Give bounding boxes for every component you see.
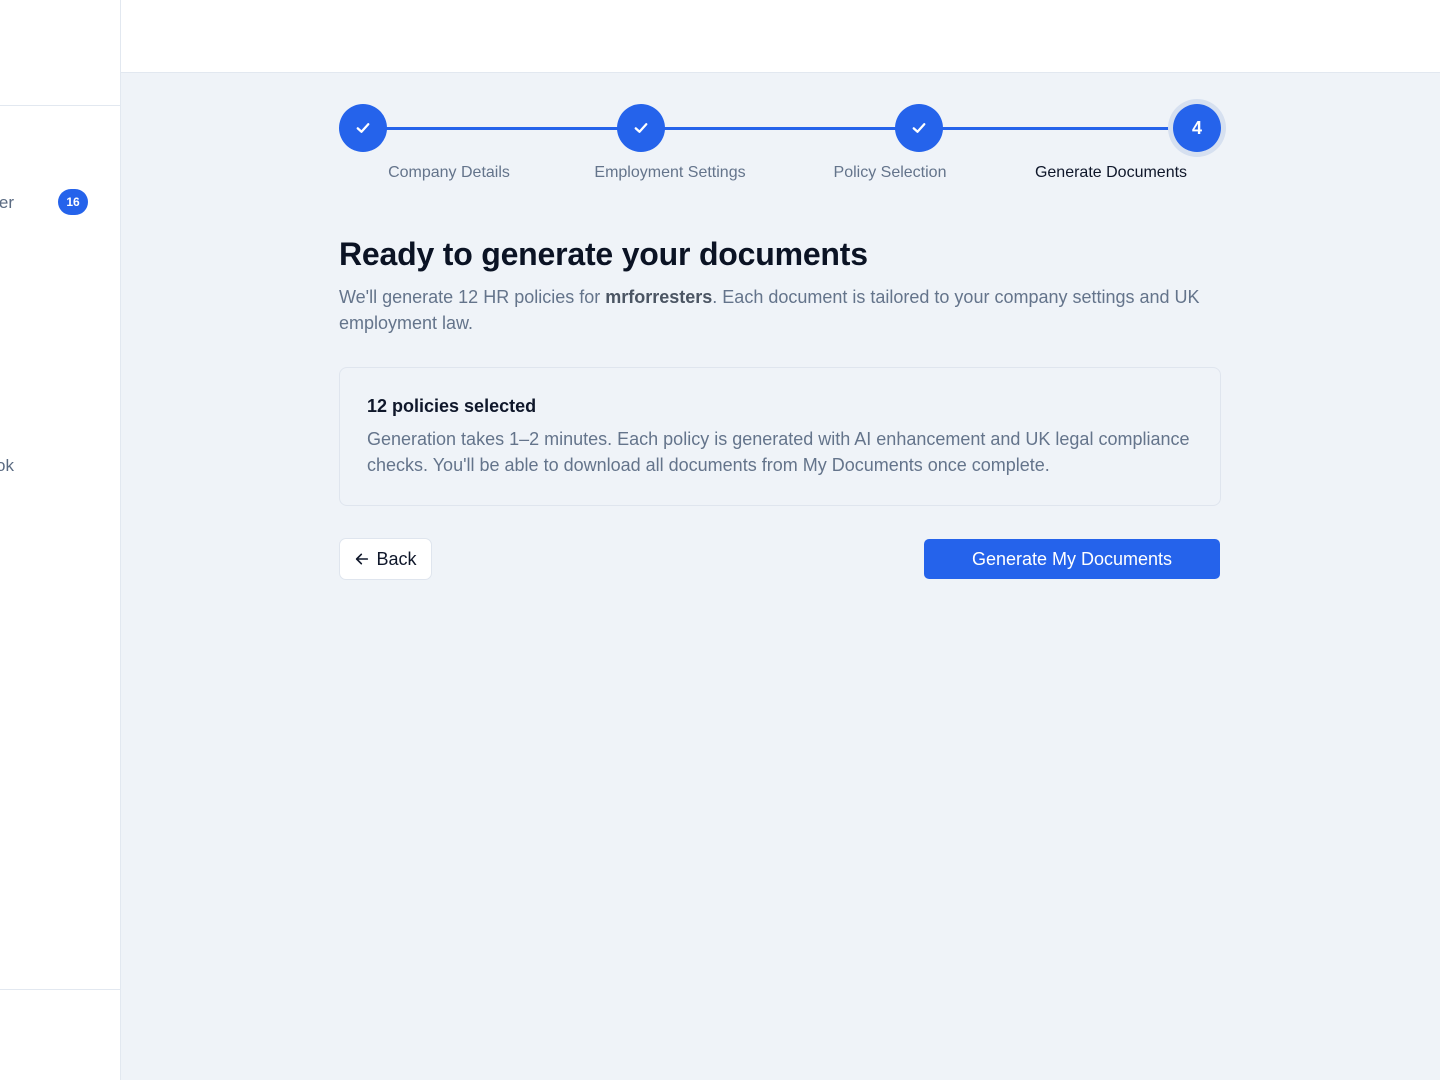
sidebar-item-label: ook — [0, 456, 14, 475]
stepper-track — [363, 127, 1197, 130]
step-label-policy-selection: Policy Selection — [833, 164, 947, 181]
company-name: mrforresters — [605, 287, 713, 307]
sidebar-item-with-badge[interactable]: er 16 — [0, 185, 120, 221]
check-icon — [912, 123, 926, 133]
page-title: Ready to generate your documents — [339, 236, 868, 272]
step-3-complete-indicator — [895, 104, 943, 152]
policies-count-title: 12 policies selected — [367, 396, 537, 416]
generate-documents-button[interactable]: Generate My Documents — [924, 539, 1220, 579]
step-4-current-indicator: 4 — [1173, 104, 1221, 152]
sidebar-divider — [0, 989, 120, 990]
step-2-complete-indicator — [617, 104, 665, 152]
arrow-left-icon — [356, 553, 369, 565]
sidebar-divider — [0, 105, 120, 106]
generation-info-text: Generation takes 1–2 minutes. Each polic… — [367, 429, 1190, 475]
step-label-employment-settings: Employment Settings — [594, 164, 746, 181]
progress-stepper: 4 Company Details Employment Settings Po… — [339, 104, 1221, 194]
back-button-label: Back — [376, 548, 417, 569]
step-1-complete-indicator — [339, 104, 387, 152]
check-icon — [634, 123, 648, 133]
count-badge: 16 — [58, 189, 88, 215]
sidebar-item[interactable]: ook — [0, 448, 120, 484]
top-bar — [121, 0, 1440, 73]
step-label-company-details: Company Details — [388, 164, 510, 181]
policies-summary-card: 12 policies selected Generation takes 1–… — [339, 367, 1221, 506]
sidebar: er 16 ook — [0, 0, 121, 1080]
step-label-generate-documents: Generate Documents — [1034, 164, 1188, 181]
sidebar-item-label: er — [0, 193, 14, 212]
back-button[interactable]: Back — [339, 538, 432, 580]
intro-text: We'll generate 12 HR policies for mrforr… — [339, 284, 1229, 336]
check-icon — [356, 123, 370, 133]
intro-prefix: We'll generate 12 HR policies for — [339, 287, 606, 307]
